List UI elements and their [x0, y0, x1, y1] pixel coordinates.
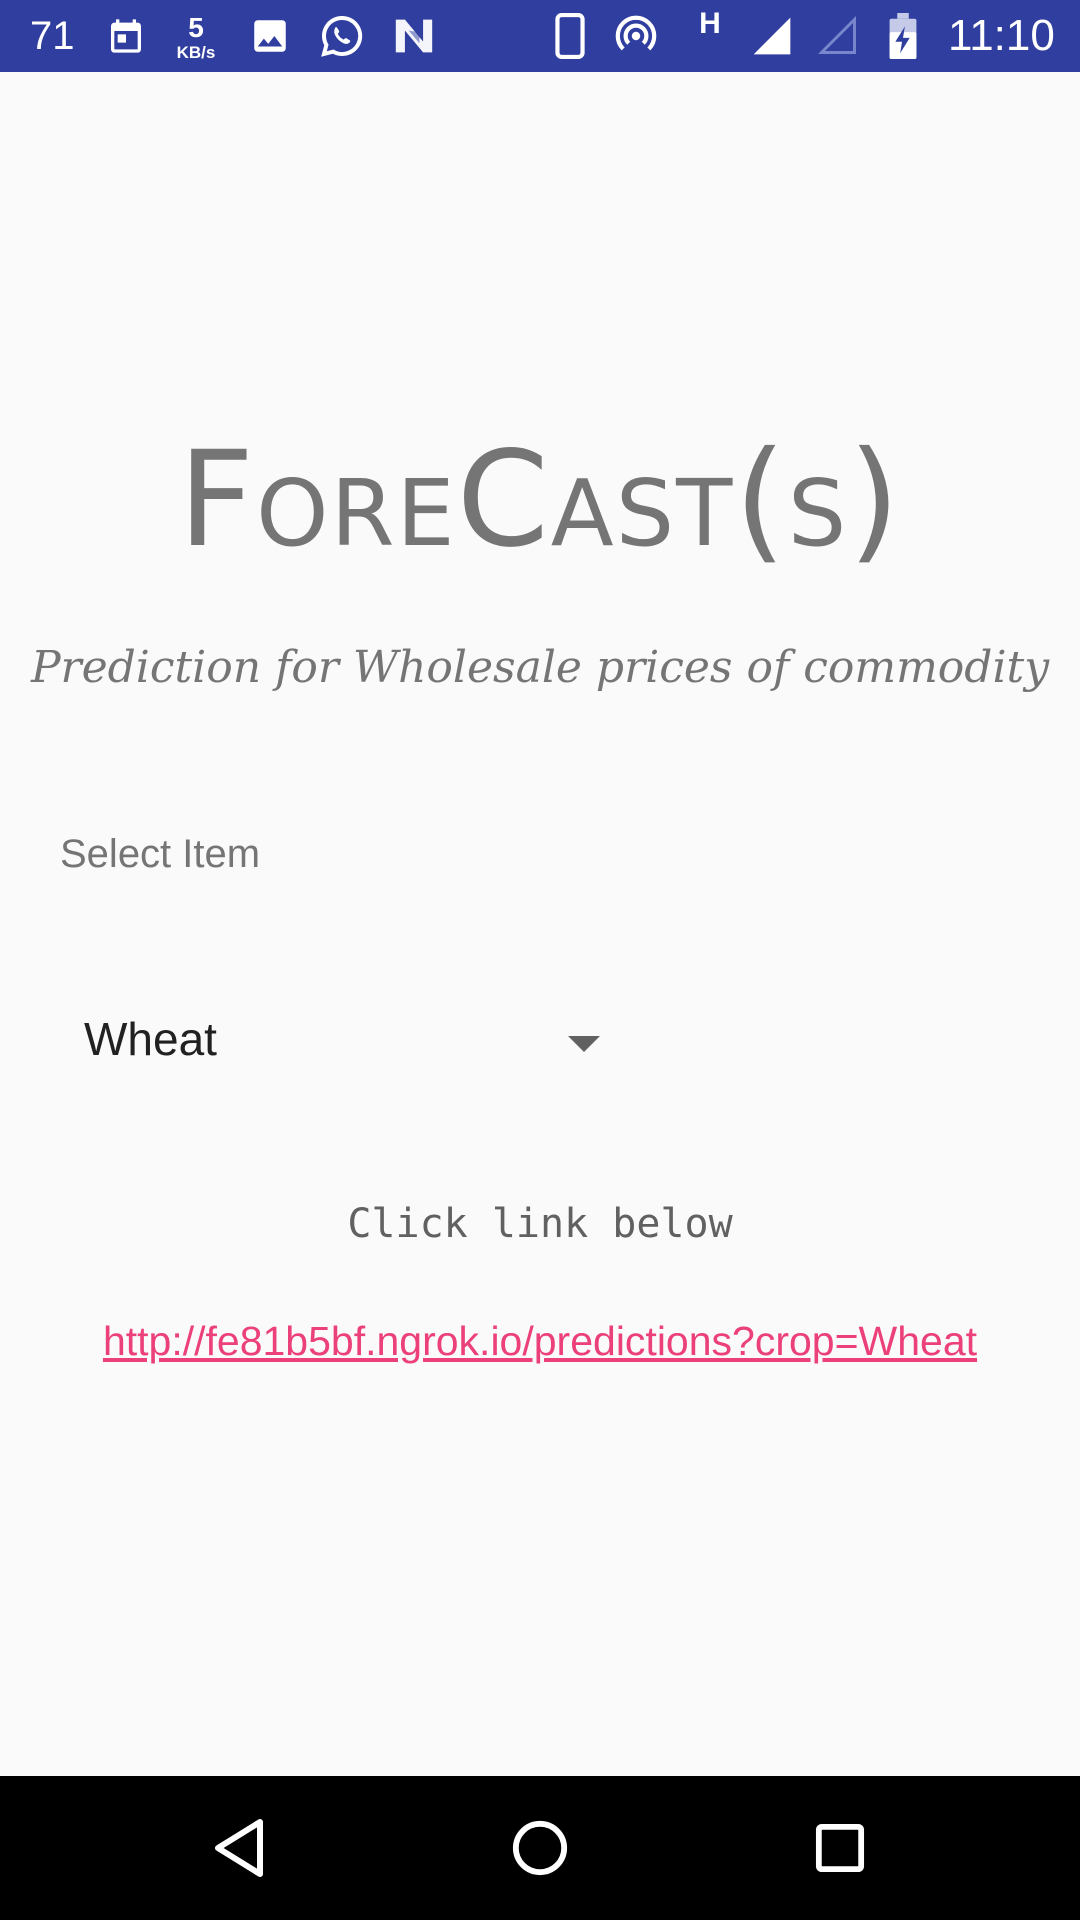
click-link-hint: Click link below — [347, 1201, 733, 1247]
home-icon[interactable] — [504, 1812, 576, 1884]
signal-empty-icon — [812, 0, 864, 72]
app-subtitle: Prediction for Wholesale prices of commo… — [30, 642, 1050, 693]
navigation-bar — [0, 1776, 1080, 1920]
recents-icon[interactable] — [804, 1812, 876, 1884]
item-spinner[interactable]: Wheat — [60, 994, 620, 1084]
status-bar: 71 5 KB/s H 11:10 — [0, 0, 1080, 72]
screen: 71 5 KB/s H 11:10 ForeCast(s) Prediction… — [0, 0, 1080, 1920]
dropdown-arrow-icon — [568, 1036, 600, 1052]
select-item-label: Select Item — [60, 832, 261, 876]
gallery-icon — [248, 0, 292, 72]
n-app-icon — [390, 0, 438, 72]
back-icon[interactable] — [204, 1812, 276, 1884]
whatsapp-icon — [314, 0, 370, 72]
phone-icon — [552, 0, 588, 72]
status-temperature: 71 — [30, 13, 75, 58]
net-speed-value: 5 — [188, 11, 204, 43]
status-time: 11:10 — [948, 11, 1055, 60]
prediction-link[interactable]: http://fe81b5bf.ngrok.io/predictions?cro… — [0, 1312, 1080, 1370]
app-title: ForeCast(s) — [178, 423, 902, 577]
signal-icon — [746, 0, 798, 72]
hotspot-icon — [610, 0, 662, 72]
spinner-selected-value: Wheat — [84, 1013, 217, 1065]
net-speed-unit: KB/s — [176, 42, 216, 62]
battery-charging-icon — [888, 0, 918, 72]
network-type: H — [699, 7, 721, 40]
net-speed: 5 KB/s — [168, 0, 224, 72]
calendar-icon — [104, 0, 148, 72]
